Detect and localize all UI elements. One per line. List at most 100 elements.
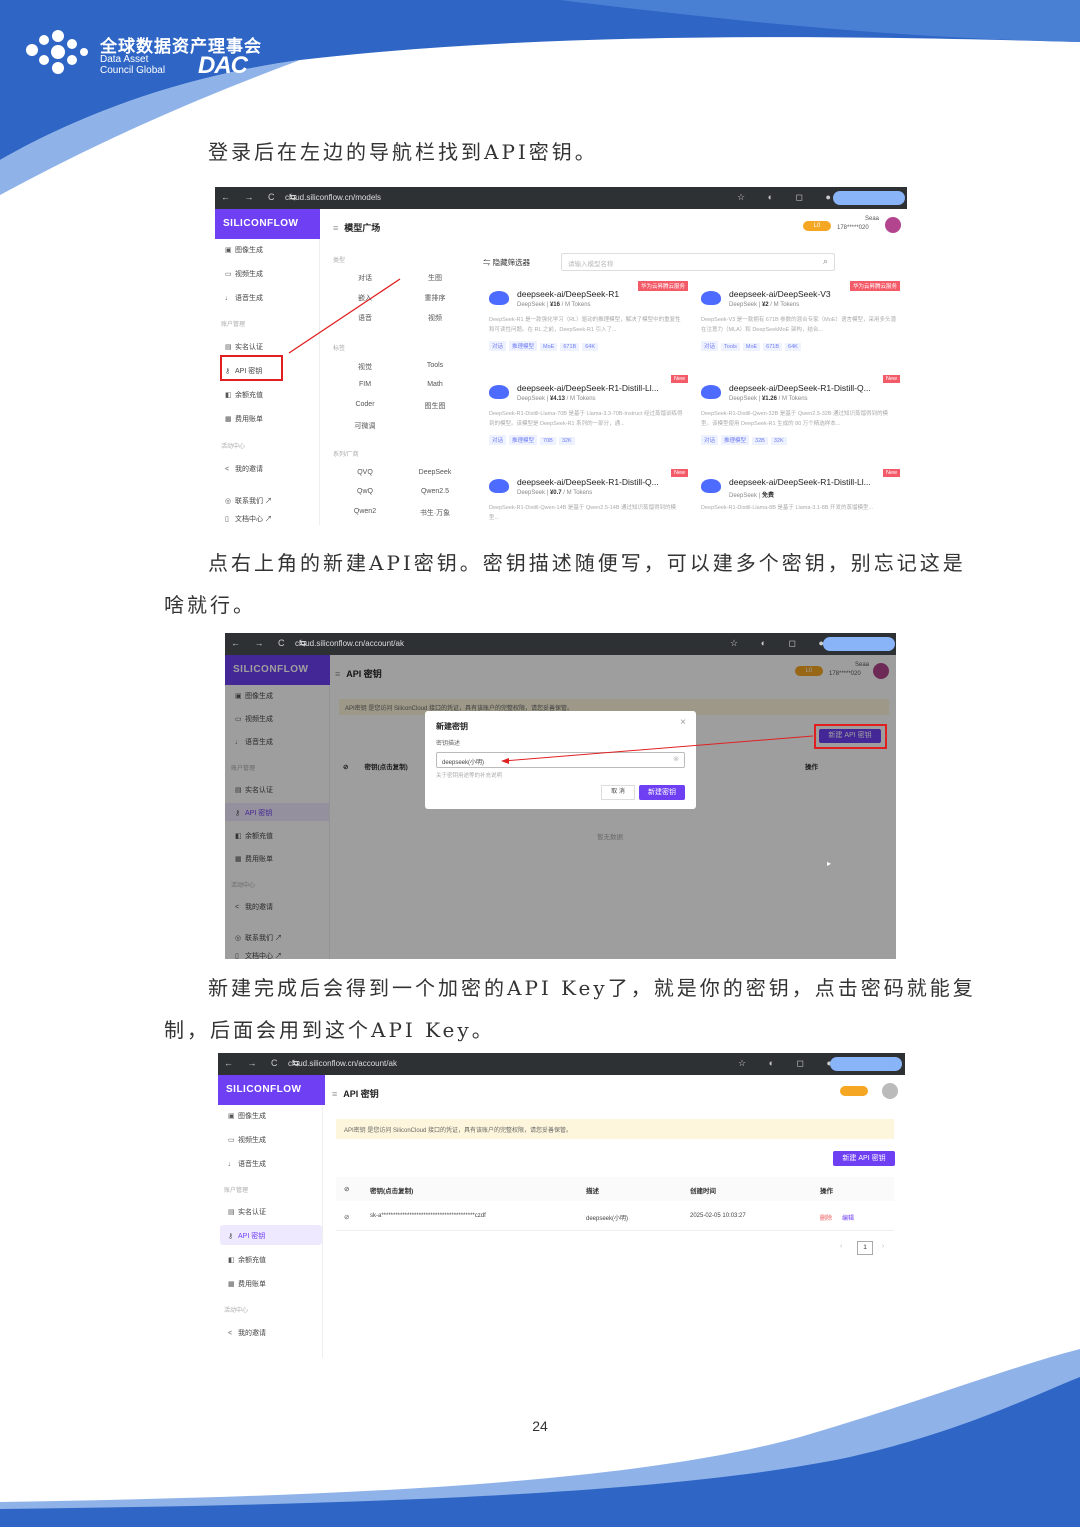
model-badge: 华为云昇腾云服务 bbox=[849, 281, 900, 291]
deepseek-whale-icon bbox=[489, 385, 509, 399]
sidebar-item-image[interactable]: ▣ 图像生成 bbox=[228, 1111, 266, 1121]
key-cell[interactable]: sk-a************************************… bbox=[370, 1213, 486, 1219]
col-action: 操作 bbox=[820, 1188, 833, 1195]
filter-chip[interactable]: 嵌入 bbox=[335, 293, 395, 303]
desc-cell: deepseek(小明) bbox=[586, 1216, 629, 1222]
model-card[interactable]: deepseek-ai/DeepSeek-R1-Distill-Q... Deep… bbox=[483, 469, 688, 525]
browser-url: cloud.siliconflow.cn/account/ak bbox=[288, 1059, 397, 1068]
sidebar-section-account: 账户管理 bbox=[224, 1188, 249, 1194]
filter-chip[interactable]: Qwen2 bbox=[335, 508, 395, 515]
model-tag: 推理模型 bbox=[721, 435, 750, 445]
next-page-icon[interactable]: › bbox=[882, 1243, 884, 1250]
model-tag: MoE bbox=[742, 343, 761, 351]
filter-chip[interactable]: Coder bbox=[335, 401, 395, 408]
edit-link[interactable]: 编辑 bbox=[842, 1213, 854, 1222]
sidebar-item-video[interactable]: ▭ 视频生成 bbox=[228, 1135, 266, 1145]
model-tag: 64K bbox=[785, 343, 801, 351]
filter-chip[interactable]: 语音 bbox=[335, 313, 395, 323]
sidebar-item-recharge[interactable]: ◧ 余额充值 bbox=[228, 1255, 266, 1265]
sidebar-item-voice[interactable]: ♩ 语音生成 bbox=[228, 1159, 266, 1169]
sidebar-item-bill[interactable]: ▦ 费用账单 bbox=[228, 1279, 266, 1289]
profile-pill bbox=[830, 1057, 902, 1071]
user-phone: 178*****020 bbox=[837, 225, 869, 231]
model-card[interactable]: deepseek-ai/DeepSeek-R1-Distill-Ll... Dee… bbox=[695, 469, 900, 525]
model-tags: 对话 Tools MoE 671B 64K bbox=[701, 341, 804, 351]
model-search-input[interactable]: 请输入模型名称 ⌕ bbox=[561, 253, 835, 271]
new-api-key-button[interactable]: 新建 API 密钥 bbox=[833, 1151, 895, 1166]
model-description: DeepSeek-V3 是一款拥有 671B 参数的混合专家（MoE）语言模型，… bbox=[701, 317, 896, 333]
filter-chip[interactable]: Math bbox=[405, 381, 465, 388]
filter-chip[interactable]: 视频 bbox=[405, 313, 465, 323]
filter-chip[interactable]: FIM bbox=[335, 381, 395, 388]
model-tag: 671B bbox=[763, 343, 783, 351]
paragraph-2: 点右上角的新建API密钥。密钥描述随便写，可以建多个密钥，别忘记这是 bbox=[208, 551, 966, 575]
filter-chip[interactable]: 视觉 bbox=[335, 362, 395, 372]
filter-chip[interactable]: Qwen2.5 bbox=[405, 488, 465, 495]
avatar[interactable] bbox=[882, 1083, 898, 1099]
filter-chip[interactable]: 可微调 bbox=[335, 421, 395, 431]
filter-chip[interactable]: 书生·万象 bbox=[405, 508, 465, 518]
model-meta: DeepSeek | ¥4.13 / M Tokens bbox=[517, 396, 596, 402]
filter-chip[interactable]: QwQ bbox=[335, 488, 395, 495]
model-card[interactable]: deepseek-ai/DeepSeek-R1-Distill-Ll... Dee… bbox=[483, 375, 688, 463]
page-number-button[interactable]: 1 bbox=[857, 1241, 873, 1255]
model-card[interactable]: deepseek-ai/DeepSeek-R1-Distill-Q... Deep… bbox=[695, 375, 900, 463]
sidebar-item-verify[interactable]: ▤ 实名认证 bbox=[228, 1207, 266, 1217]
filter-chip[interactable]: 重排序 bbox=[405, 293, 465, 303]
model-tag: 671B bbox=[560, 343, 580, 351]
wallet-icon: ◧ bbox=[228, 1257, 235, 1264]
filter-section-type: 类型 bbox=[333, 258, 346, 264]
model-meta: DeepSeek | ¥0.7 / M Tokens bbox=[517, 490, 593, 496]
model-description: DeepSeek-R1 是一款强化学习（RL）驱动的推理模型，解决了模型中的重复… bbox=[489, 317, 681, 333]
screenshot-key-list: ← → C ⇆ cloud.siliconflow.cn/account/ak … bbox=[218, 1053, 905, 1358]
model-tags: 对话 推理模型 MoE 671B 64K bbox=[489, 341, 601, 351]
cursor-icon: ▸ bbox=[827, 859, 832, 868]
model-tag: Tools bbox=[721, 343, 740, 351]
model-tag: 70B bbox=[540, 437, 556, 445]
bill-icon: ▦ bbox=[228, 1281, 235, 1288]
model-meta: DeepSeek | ¥1.26 / M Tokens bbox=[729, 396, 808, 402]
deepseek-whale-icon bbox=[489, 479, 509, 493]
model-tag: 32B bbox=[752, 437, 768, 445]
model-name: deepseek-ai/DeepSeek-R1-Distill-Q... bbox=[729, 383, 871, 393]
model-card[interactable]: deepseek-ai/DeepSeek-R1 DeepSeek | ¥16 / … bbox=[483, 281, 688, 369]
model-tag: 对话 bbox=[701, 341, 719, 351]
eye-icon[interactable]: ⊘ bbox=[344, 1185, 349, 1193]
col-key: 密钥(点击复制) bbox=[370, 1188, 414, 1195]
table-row: ⊘ sk-a**********************************… bbox=[336, 1203, 894, 1231]
page-title: ≡ 模型广场 bbox=[333, 223, 381, 233]
model-tag: 对话 bbox=[489, 435, 507, 445]
filter-chip[interactable]: DeepSeek bbox=[405, 469, 465, 476]
prev-page-icon[interactable]: ‹ bbox=[840, 1243, 842, 1250]
filter-chip[interactable]: Tools bbox=[405, 362, 465, 369]
menu-icon: ≡ bbox=[332, 1089, 338, 1099]
model-meta: DeepSeek | 免费 bbox=[729, 493, 774, 499]
filter-chip[interactable]: 对话 bbox=[335, 273, 395, 283]
model-badge: New bbox=[882, 375, 900, 383]
hide-filter-button[interactable]: ⇋ 隐藏筛选器 bbox=[483, 257, 530, 268]
sidebar-item-api-key[interactable]: ⚷ API 密钥 bbox=[228, 1231, 265, 1241]
model-card[interactable]: deepseek-ai/DeepSeek-V3 DeepSeek | ¥2 / M… bbox=[695, 281, 900, 369]
model-tag: 推理模型 bbox=[509, 435, 538, 445]
model-description: DeepSeek-R1-Distill-Qwen-32B 是基于 Qwen2.5… bbox=[701, 411, 889, 427]
sidebar-section-activity: 活动中心 bbox=[224, 1308, 249, 1314]
delete-link[interactable]: 删除 bbox=[820, 1213, 832, 1222]
menu-icon: ≡ bbox=[333, 223, 339, 233]
filter-chip[interactable]: 图生图 bbox=[405, 401, 465, 411]
filter-chip[interactable]: 生图 bbox=[405, 273, 465, 283]
dac-logo-icon bbox=[26, 30, 88, 74]
model-tag: 64K bbox=[582, 343, 598, 351]
user-name: Seaa bbox=[864, 216, 879, 222]
filter-chip[interactable]: QVQ bbox=[335, 469, 395, 476]
notice-banner: API密钥 是您访问 SiliconCloud 接口的凭证，具有该账户的完整权限… bbox=[336, 1119, 894, 1139]
browser-extension-icons: ☆ ◐ ◻ ● bbox=[738, 1058, 842, 1068]
deepseek-whale-icon bbox=[701, 291, 721, 305]
model-tags: 对话 推理模型 70B 32K bbox=[489, 435, 578, 445]
model-tag: 对话 bbox=[701, 435, 719, 445]
video-icon: ▭ bbox=[228, 1137, 235, 1144]
eye-icon[interactable]: ⊘ bbox=[344, 1213, 349, 1221]
avatar[interactable] bbox=[885, 217, 901, 233]
model-tag: 对话 bbox=[489, 341, 507, 351]
model-tags: 对话 推理模型 32B 32K bbox=[701, 435, 790, 445]
col-desc: 描述 bbox=[586, 1188, 599, 1195]
